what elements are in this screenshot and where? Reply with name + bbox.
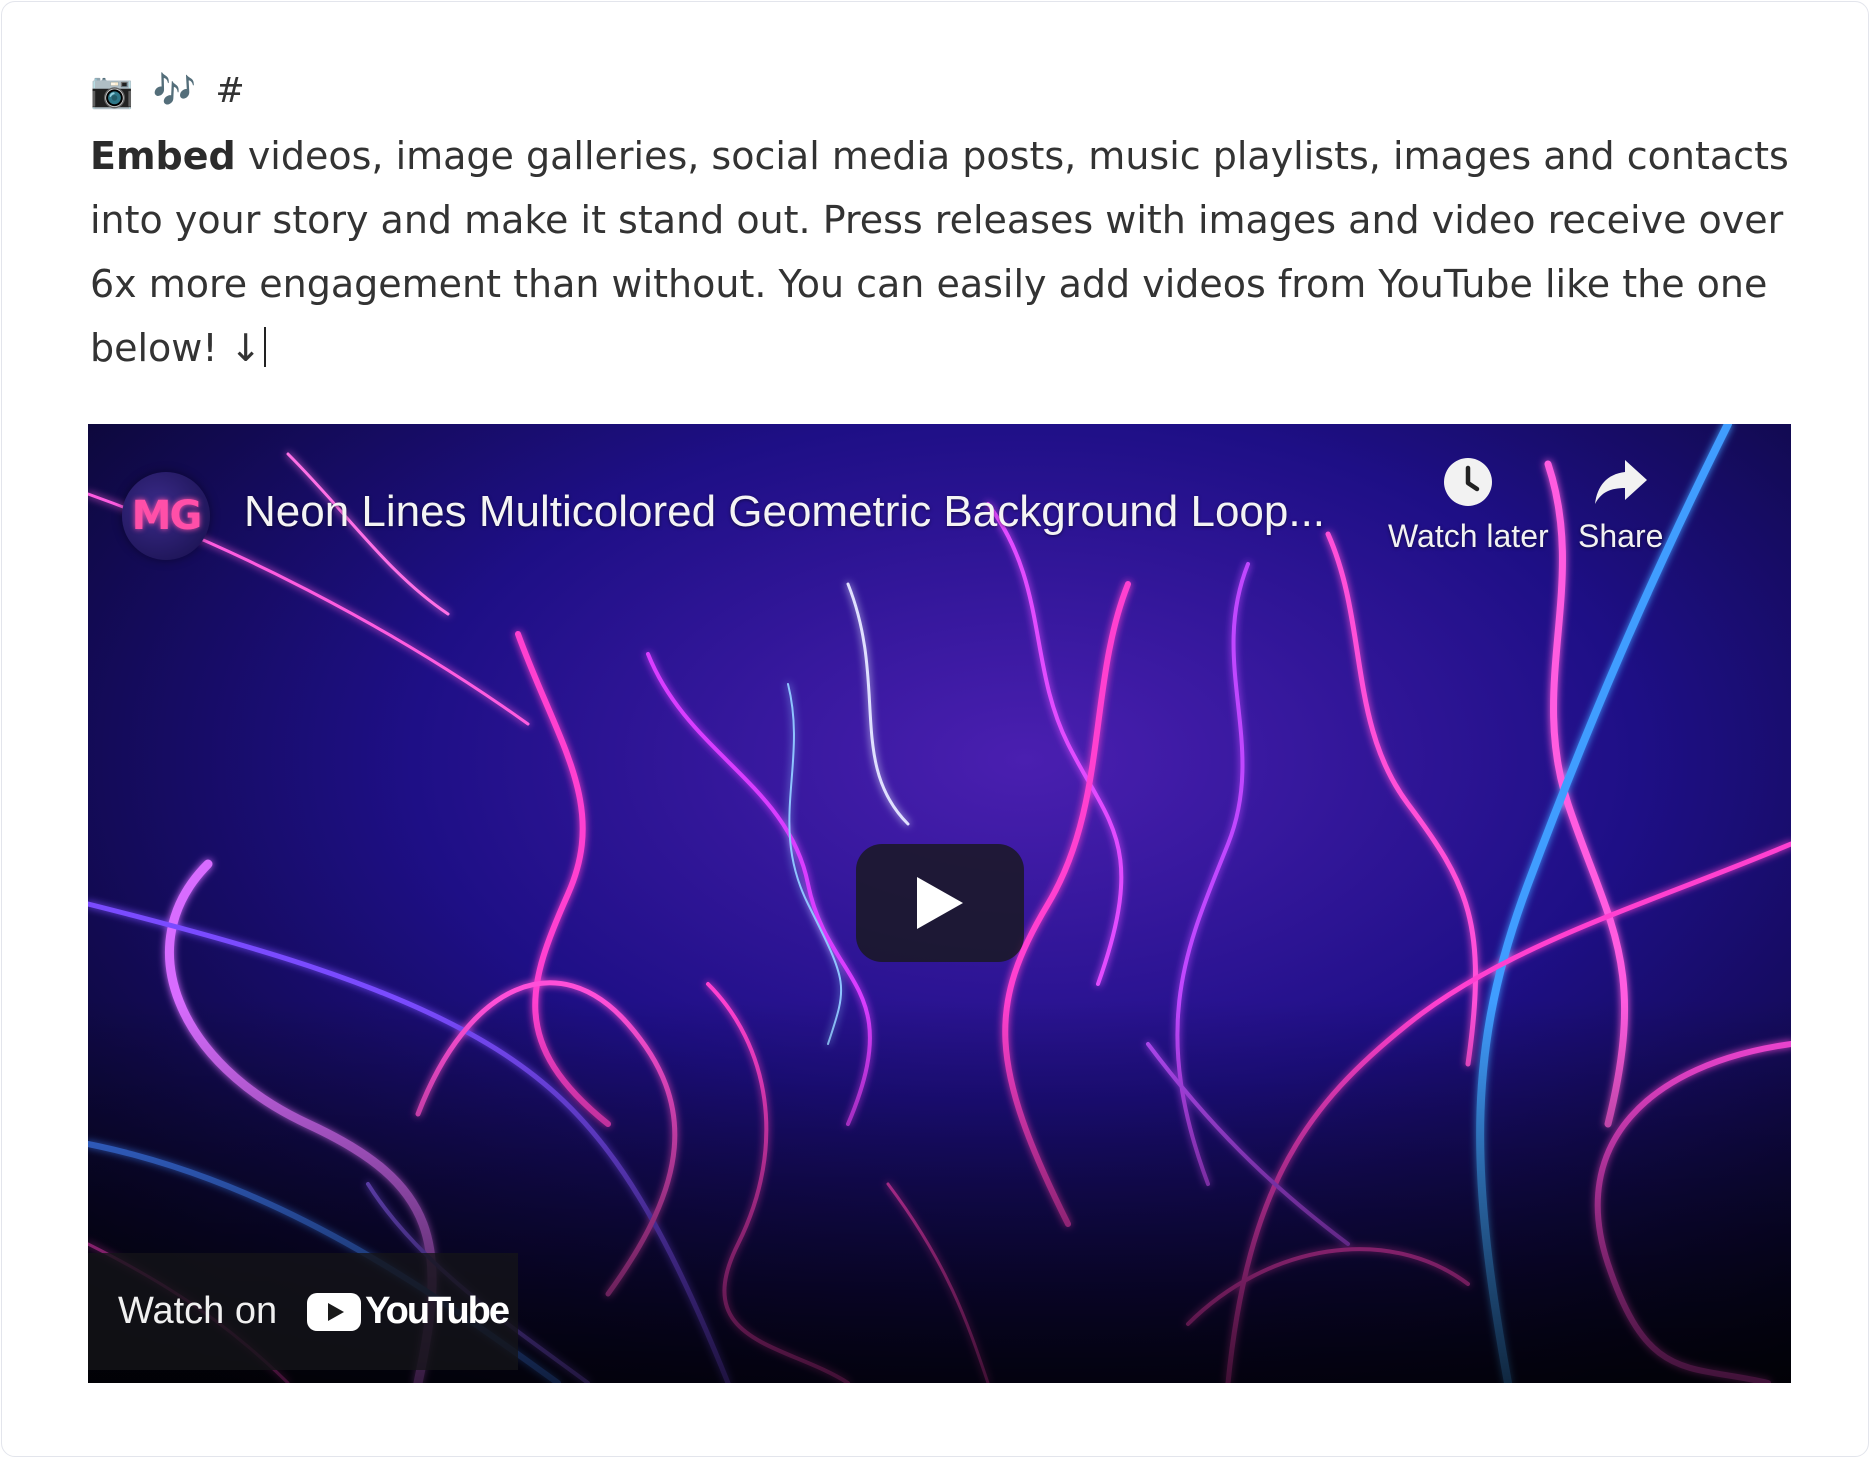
emoji-row: 📷 🎶 #	[90, 71, 249, 111]
paragraph-bold-word: Embed	[90, 134, 236, 178]
channel-logo-text: MG	[131, 493, 203, 539]
share-button[interactable]: Share	[1578, 452, 1663, 555]
play-button[interactable]	[856, 844, 1024, 962]
paragraph-text: videos, image galleries, social media po…	[90, 134, 1789, 370]
editor-paragraph[interactable]: Embed videos, image galleries, social me…	[90, 124, 1800, 380]
youtube-wordmark: YouTube	[365, 1290, 510, 1332]
share-label: Share	[1578, 518, 1664, 554]
watch-later-label: Watch later	[1388, 518, 1549, 554]
play-icon	[917, 877, 963, 929]
watch-on-label: Watch on	[118, 1290, 278, 1332]
video-title[interactable]: Neon Lines Multicolored Geometric Backgr…	[244, 480, 1454, 544]
channel-avatar[interactable]: MG	[122, 472, 210, 560]
youtube-play-icon	[307, 1292, 362, 1331]
youtube-logo: YouTube	[307, 1290, 510, 1333]
watch-on-youtube-button[interactable]: Watch on YouTube	[88, 1253, 518, 1370]
text-caret	[263, 327, 266, 367]
share-arrow-icon	[1593, 452, 1649, 512]
watch-later-button[interactable]: Watch later	[1388, 452, 1549, 555]
editor-card: 📷 🎶 # Embed videos, image galleries, soc…	[1, 1, 1869, 1457]
youtube-embed[interactable]: MG Neon Lines Multicolored Geometric Bac…	[88, 424, 1791, 1383]
clock-icon	[1442, 452, 1494, 512]
